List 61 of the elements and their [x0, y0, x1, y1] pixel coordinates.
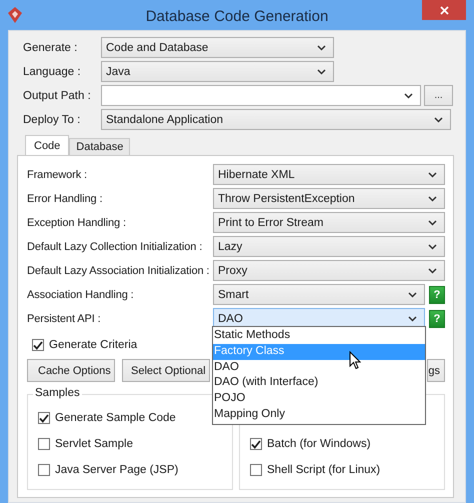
checkbox-label: Generate Criteria — [49, 339, 138, 351]
combo-box[interactable]: Smart — [213, 284, 425, 305]
combo-box[interactable]: Code and Database — [101, 37, 334, 58]
push-button[interactable]: Select Optional — [122, 359, 210, 382]
chevron-down-icon — [434, 116, 443, 122]
chevron-down-icon — [408, 292, 417, 298]
combo-box[interactable]: Print to Error Stream — [213, 212, 445, 233]
setting-label: Error Handling : — [27, 192, 104, 204]
checkbox[interactable] — [250, 464, 262, 476]
chevron-down-icon — [428, 244, 437, 250]
checkbox[interactable] — [38, 412, 50, 424]
field-label: Output Path : — [23, 90, 92, 102]
dropdown-option[interactable]: Mapping Only — [213, 406, 425, 423]
checkbox-label: Servlet Sample — [55, 438, 133, 450]
chevron-down-icon — [428, 172, 437, 178]
checkbox[interactable] — [250, 438, 262, 450]
checkbox-label: Shell Script (for Linux) — [267, 464, 380, 476]
chevron-down-icon — [428, 268, 437, 274]
close-button[interactable] — [422, 0, 466, 20]
chevron-down-icon — [428, 220, 437, 226]
push-button[interactable]: gs — [427, 359, 445, 382]
chevron-down-icon — [317, 44, 326, 50]
chevron-down-icon — [404, 92, 413, 98]
setting-label: Persistent API : — [27, 312, 102, 324]
chevron-down-icon — [317, 68, 326, 74]
combo-box[interactable]: Proxy — [213, 260, 445, 281]
field-label: Deploy To : — [23, 114, 82, 126]
tab[interactable]: Database — [69, 138, 130, 155]
field-label: Language : — [23, 66, 82, 78]
setting-label: Default Lazy Collection Initialization : — [27, 240, 204, 252]
setting-label: Exception Handling : — [27, 216, 127, 228]
path-field[interactable] — [101, 85, 421, 106]
browse-button[interactable]: ... — [424, 85, 453, 106]
combo-box[interactable]: Throw PersistentException — [213, 188, 445, 209]
setting-label: Association Handling : — [27, 288, 135, 300]
chevron-down-icon — [408, 316, 417, 322]
setting-label: Default Lazy Association Initialization : — [27, 264, 210, 276]
dropdown-option[interactable]: DAO — [213, 360, 425, 376]
setting-label: Framework : — [27, 168, 88, 180]
checkbox[interactable] — [32, 339, 44, 351]
group-title: Samples — [33, 387, 82, 399]
combo-box[interactable]: Java — [101, 61, 334, 82]
dropdown-option[interactable]: POJO — [213, 391, 425, 407]
checkbox-label: Batch (for Windows) — [267, 438, 371, 450]
combo-box[interactable]: Lazy — [213, 236, 445, 257]
checkbox[interactable] — [38, 438, 50, 450]
combo-box[interactable]: Hibernate XML — [213, 164, 445, 185]
close-icon — [440, 6, 448, 14]
window-title: Database Code Generation — [144, 6, 330, 24]
field-label: Generate : — [23, 42, 78, 54]
checkbox-label: Generate Sample Code — [55, 412, 176, 424]
app-logo-icon — [8, 7, 22, 23]
combo-box[interactable]: Standalone Application — [101, 109, 451, 130]
push-button[interactable]: Cache Options — [27, 359, 115, 382]
checkbox[interactable] — [38, 464, 50, 476]
chevron-down-icon — [428, 196, 437, 202]
checkbox-label: Java Server Page (JSP) — [55, 464, 178, 476]
pointer-cursor-icon — [349, 351, 361, 370]
dropdown-option[interactable]: Static Methods — [213, 328, 425, 344]
tab[interactable]: Code — [25, 135, 70, 155]
dropdown-option[interactable]: DAO (with Interface) — [213, 375, 425, 392]
